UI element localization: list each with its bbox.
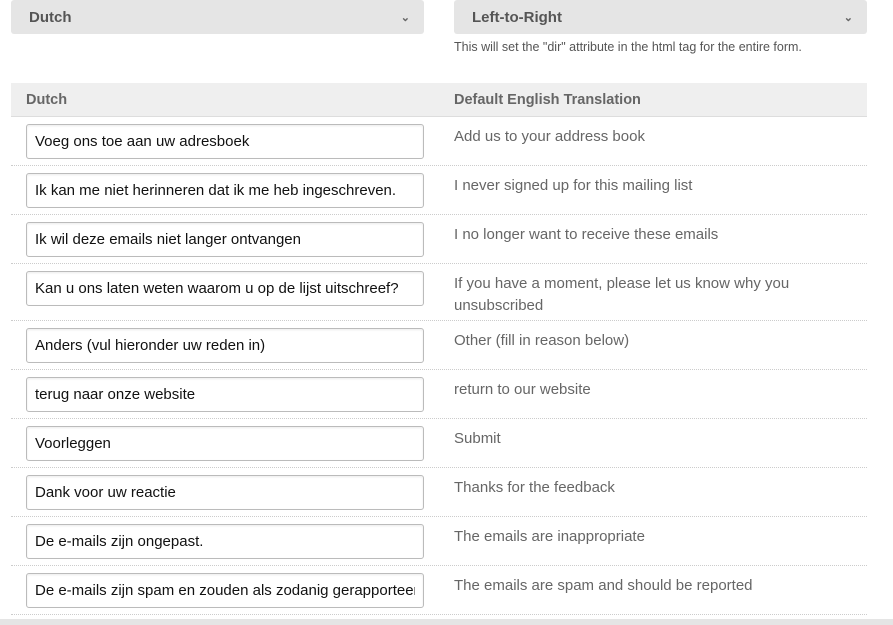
- translation-input[interactable]: [26, 271, 424, 306]
- translation-input[interactable]: [26, 377, 424, 412]
- table-row: I never signed up for this mailing list: [11, 166, 867, 215]
- translation-table: Add us to your address book I never sign…: [11, 117, 867, 615]
- translation-input[interactable]: [26, 475, 424, 510]
- chevron-down-icon: ⌄: [400, 11, 410, 24]
- english-text: Submit: [454, 430, 501, 447]
- direction-select[interactable]: Left-to-Right ⌄: [454, 0, 867, 34]
- direction-help-text: This will set the "dir" attribute in the…: [454, 40, 802, 54]
- table-row: If you have a moment, please let us know…: [11, 264, 867, 321]
- table-row: Submit: [11, 419, 867, 468]
- direction-select-value: Left-to-Right: [472, 8, 562, 26]
- language-select[interactable]: Dutch ⌄: [11, 0, 424, 34]
- english-text: Thanks for the feedback: [454, 479, 615, 496]
- table-row: I no longer want to receive these emails: [11, 215, 867, 264]
- english-text: Add us to your address book: [454, 128, 645, 145]
- chevron-down-icon: ⌄: [843, 11, 853, 24]
- translation-input[interactable]: [26, 573, 424, 608]
- translation-input[interactable]: [26, 124, 424, 159]
- table-row: return to our website: [11, 370, 867, 419]
- english-text: If you have a moment, please let us know…: [454, 275, 790, 314]
- table-row: Add us to your address book: [11, 117, 867, 166]
- table-row: Other (fill in reason below): [11, 321, 867, 370]
- table-row: The emails are inappropriate: [11, 517, 867, 566]
- english-text: The emails are spam and should be report…: [454, 577, 753, 594]
- english-text: I no longer want to receive these emails: [454, 226, 719, 243]
- english-text: return to our website: [454, 381, 591, 398]
- column-header-dutch: Dutch: [26, 92, 68, 108]
- translation-input[interactable]: [26, 524, 424, 559]
- english-text: The emails are inappropriate: [454, 528, 645, 545]
- table-header: Dutch Default English Translation: [11, 83, 867, 117]
- translation-input[interactable]: [26, 328, 424, 363]
- bottom-divider: [0, 619, 893, 625]
- translation-input[interactable]: [26, 426, 424, 461]
- language-select-value: Dutch: [29, 8, 72, 26]
- column-header-english: Default English Translation: [454, 92, 641, 108]
- table-row: The emails are spam and should be report…: [11, 566, 867, 615]
- english-text: Other (fill in reason below): [454, 332, 630, 349]
- table-row: Thanks for the feedback: [11, 468, 867, 517]
- translation-input[interactable]: [26, 222, 424, 257]
- translation-input[interactable]: [26, 173, 424, 208]
- english-text: I never signed up for this mailing list: [454, 177, 693, 194]
